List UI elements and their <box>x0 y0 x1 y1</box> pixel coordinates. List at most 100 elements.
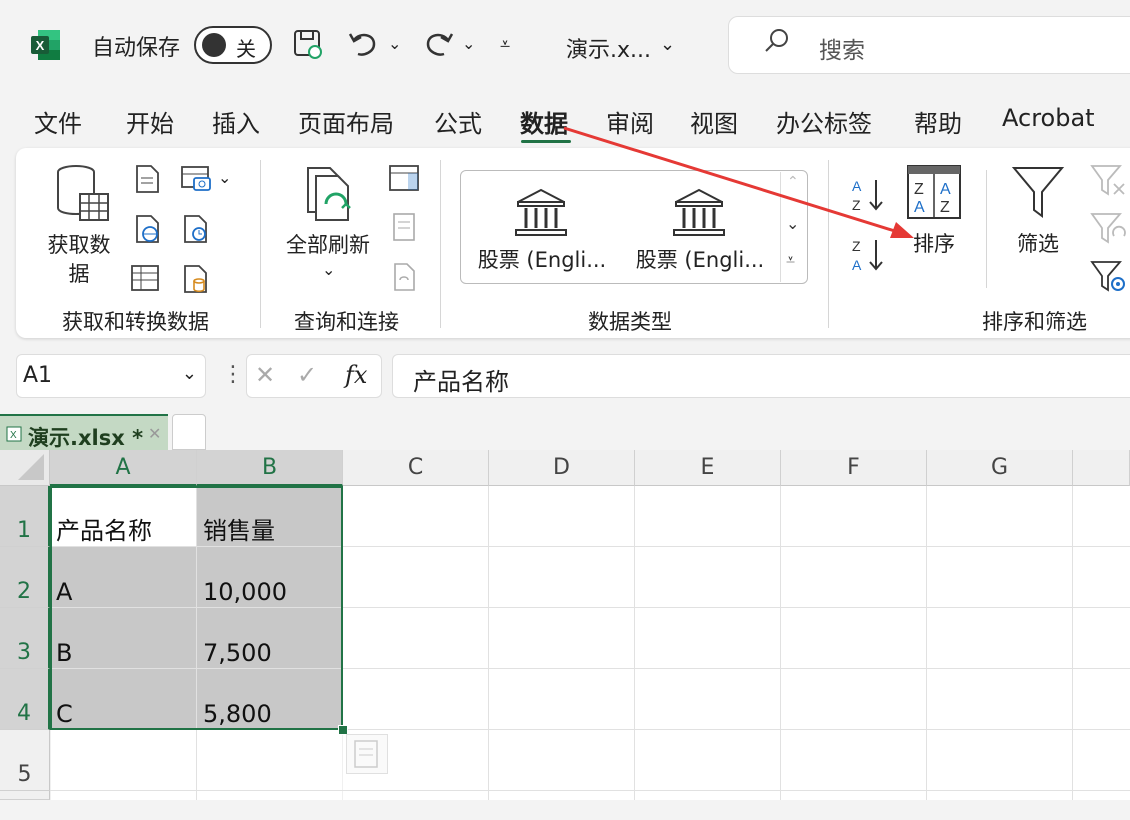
svg-text:Z: Z <box>914 181 924 198</box>
menu-acrobat[interactable]: Acrobat <box>1002 104 1095 132</box>
menu-page-layout[interactable]: 页面布局 <box>298 104 394 139</box>
stock-type-label-2[interactable]: 股票 (Engli... <box>628 244 772 274</box>
close-tab-icon[interactable]: ✕ <box>148 424 161 443</box>
row-header[interactable]: 5 <box>0 730 50 791</box>
select-all-corner[interactable] <box>0 450 50 486</box>
empty-cells-below[interactable] <box>50 730 343 800</box>
customize-toolbar-icon[interactable]: ⩡ <box>500 34 510 55</box>
stock-icon[interactable] <box>514 188 568 242</box>
excel-logo-icon: X <box>30 28 62 62</box>
column-header-partial[interactable] <box>1073 450 1130 486</box>
menu-file[interactable]: 文件 <box>34 104 82 139</box>
undo-dropdown-icon[interactable]: ⌄ <box>388 34 401 53</box>
from-text-icon[interactable] <box>132 164 162 194</box>
clear-filter-icon[interactable] <box>1090 164 1130 200</box>
row-header[interactable]: 3 <box>0 608 50 669</box>
enter-icon[interactable]: ✓ <box>297 361 317 389</box>
new-tab-button[interactable] <box>172 414 206 450</box>
menu-help[interactable]: 帮助 <box>914 104 962 139</box>
menu-insert[interactable]: 插入 <box>212 104 260 139</box>
gallery-more-icon[interactable]: ⩡ <box>786 250 795 270</box>
sort-label[interactable]: 排序 <box>904 228 964 258</box>
svg-text:Z: Z <box>940 199 950 216</box>
search-box[interactable]: 搜索 <box>728 16 1130 74</box>
menu-home[interactable]: 开始 <box>126 104 174 139</box>
redo-icon[interactable] <box>422 26 456 67</box>
queries-connections-icon[interactable] <box>388 164 419 194</box>
undo-icon[interactable] <box>346 26 380 67</box>
recent-sources-icon[interactable] <box>180 214 210 244</box>
autosave-label: 自动保存 <box>92 36 181 61</box>
column-header[interactable]: A <box>50 450 197 486</box>
menu-data[interactable]: 数据 <box>520 104 568 139</box>
advanced-filter-icon[interactable] <box>1090 260 1130 298</box>
column-header[interactable]: D <box>489 450 635 486</box>
redo-dropdown-icon[interactable]: ⌄ <box>462 34 475 53</box>
search-icon <box>763 27 791 62</box>
svg-text:Z: Z <box>852 238 861 254</box>
column-header[interactable]: C <box>343 450 489 486</box>
menu-office-tabs[interactable]: 办公标签 <box>776 104 872 139</box>
existing-connections-icon[interactable] <box>180 264 210 294</box>
workbook-tab[interactable]: X 演示.xlsx * ✕ <box>0 414 168 450</box>
svg-text:A: A <box>940 181 951 198</box>
cancel-icon[interactable]: ✕ <box>255 361 275 389</box>
stock-type-label[interactable]: 股票 (Engli... <box>470 244 614 274</box>
workbook-tab-name: 演示.xlsx * <box>28 426 144 450</box>
filter-icon[interactable] <box>1010 164 1066 224</box>
row-header[interactable]: 2 <box>0 547 50 608</box>
autosave-toggle[interactable]: 关 <box>194 26 272 64</box>
sort-icon[interactable]: ZAAZ <box>906 164 962 224</box>
column-header[interactable]: F <box>781 450 927 486</box>
toggle-knob <box>202 33 226 57</box>
formula-buttons: ✕ ✓ fx <box>246 354 382 398</box>
file-name[interactable]: 演示.x... <box>566 32 651 64</box>
edit-links-icon[interactable] <box>392 262 422 292</box>
scroll-down-icon[interactable]: ⌄ <box>786 214 799 233</box>
sort-a-to-z-icon[interactable]: AZ <box>850 176 886 218</box>
column-header[interactable]: G <box>927 450 1073 486</box>
svg-text:A: A <box>914 199 925 216</box>
active-tab-underline <box>521 140 571 143</box>
refresh-dropdown-icon[interactable]: ⌄ <box>322 260 335 279</box>
reapply-filter-icon[interactable] <box>1090 212 1130 248</box>
get-data-label-2[interactable]: 据 <box>52 258 106 288</box>
more-options-icon[interactable]: ⋮ <box>222 362 244 387</box>
name-box-dropdown-icon[interactable]: ⌄ <box>182 363 197 384</box>
from-picture-icon[interactable] <box>180 164 211 194</box>
name-box-value: A1 <box>23 363 53 388</box>
column-header[interactable]: B <box>197 450 343 486</box>
empty-cells[interactable] <box>343 486 1130 800</box>
menu-view[interactable]: 视图 <box>690 104 738 139</box>
sort-z-to-a-icon[interactable]: ZA <box>850 236 886 278</box>
filter-label[interactable]: 筛选 <box>1008 228 1068 258</box>
menu-review[interactable]: 审阅 <box>606 104 654 139</box>
row-header[interactable]: 1 <box>0 486 50 547</box>
save-icon[interactable] <box>292 28 324 67</box>
insert-function-icon[interactable]: fx <box>345 361 367 389</box>
properties-icon[interactable] <box>392 212 422 242</box>
formula-text: 产品名称 <box>413 368 509 396</box>
get-data-label[interactable]: 获取数 <box>42 229 116 259</box>
formula-input[interactable]: 产品名称 <box>392 354 1130 398</box>
column-header[interactable]: E <box>635 450 781 486</box>
search-placeholder: 搜索 <box>819 38 865 64</box>
row-header[interactable]: 4 <box>0 669 50 730</box>
get-data-icon[interactable] <box>54 164 112 228</box>
group-label-get-transform: 获取和转换数据 <box>62 310 209 334</box>
filename-chevron-icon[interactable]: ⌄ <box>660 34 675 55</box>
row-header-partial[interactable] <box>0 791 50 800</box>
from-table-icon[interactable] <box>130 264 160 294</box>
stock-icon-2[interactable] <box>672 188 726 242</box>
from-picture-dropdown-icon[interactable]: ⌄ <box>218 168 231 187</box>
from-web-icon[interactable] <box>132 214 162 244</box>
refresh-all-icon[interactable] <box>300 164 360 228</box>
menu-formulas[interactable]: 公式 <box>434 104 482 139</box>
refresh-all-label[interactable]: 全部刷新 <box>280 229 376 259</box>
gallery-scroll[interactable]: ⌃ ⌄ ⩡ <box>780 172 807 282</box>
quick-analysis-icon[interactable] <box>346 734 388 774</box>
svg-text:X: X <box>36 38 45 53</box>
scroll-up-icon[interactable]: ⌃ <box>787 174 799 190</box>
name-box[interactable]: A1 ⌄ <box>16 354 206 398</box>
ribbon-separator-4 <box>986 170 987 288</box>
